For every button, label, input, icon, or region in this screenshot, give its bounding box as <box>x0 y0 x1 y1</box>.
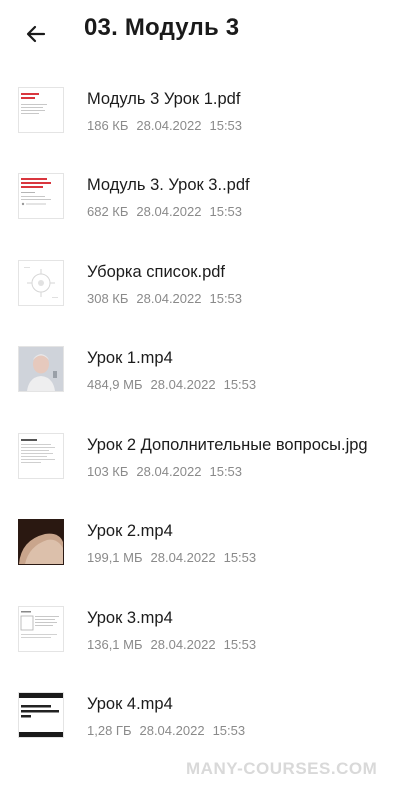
image-thumbnail <box>18 433 64 479</box>
file-size: 682 КБ <box>87 204 129 219</box>
arrow-left-icon <box>26 25 46 43</box>
file-date: 28.04.2022 <box>136 204 202 219</box>
file-meta: 136,1 МБ 28.04.2022 15:53 <box>87 637 256 652</box>
video-thumbnail <box>18 519 64 565</box>
page-title: 03. Модуль 3 <box>84 14 240 41</box>
file-row[interactable]: Модуль 3 Урок 1.pdf 186 КБ 28.04.2022 15:5… <box>0 80 411 150</box>
file-time: 15:53 <box>209 204 243 219</box>
file-name: Модуль 3 Урок 1.pdf <box>87 90 241 108</box>
video-thumbnail <box>18 692 64 738</box>
file-row[interactable]: Уборка список.pdf 308 КБ 28.04.2022 15:53 <box>0 253 411 323</box>
file-meta: 682 КБ 28.04.2022 15:53 <box>87 204 242 219</box>
watermark: MANY-COURSES.COM <box>186 750 396 786</box>
file-date: 28.04.2022 <box>150 637 216 652</box>
file-row[interactable]: Урок 4.mp4 1,28 ГБ 28.04.2022 15:53 <box>0 685 411 755</box>
file-date: 28.04.2022 <box>136 464 202 479</box>
file-date: 28.04.2022 <box>150 377 216 392</box>
file-time: 15:53 <box>223 637 257 652</box>
file-name: Урок 3.mp4 <box>87 609 173 627</box>
header-bar: 03. Модуль 3 <box>0 0 411 64</box>
file-name: Урок 1.mp4 <box>87 349 173 367</box>
file-time: 15:53 <box>209 464 243 479</box>
file-size: 1,28 ГБ <box>87 723 132 738</box>
file-time: 15:53 <box>223 550 257 565</box>
file-date: 28.04.2022 <box>136 118 202 133</box>
file-row[interactable]: Урок 3.mp4 136,1 МБ 28.04.2022 15:53 <box>0 599 411 669</box>
file-size: 199,1 МБ <box>87 550 143 565</box>
file-name: Урок 4.mp4 <box>87 695 173 713</box>
file-name: Модуль 3. Урок 3..pdf <box>87 176 250 194</box>
video-thumbnail <box>18 606 64 652</box>
file-row[interactable]: Урок 2 Дополнительные вопросы.jpg 103 КБ… <box>0 426 411 496</box>
file-time: 15:53 <box>209 291 243 306</box>
file-size: 308 КБ <box>87 291 129 306</box>
file-time: 15:53 <box>209 118 243 133</box>
watermark-text: MANY-COURSES.COM <box>186 759 378 778</box>
file-name: Урок 2 Дополнительные вопросы.jpg <box>87 436 368 454</box>
video-thumbnail <box>18 346 64 392</box>
file-date: 28.04.2022 <box>136 291 202 306</box>
file-name: Уборка список.pdf <box>87 263 226 281</box>
file-name: Урок 2.mp4 <box>87 522 173 540</box>
file-row[interactable]: Модуль 3. Урок 3..pdf 682 КБ 28.04.2022 15… <box>0 166 411 236</box>
file-meta: 308 КБ 28.04.2022 15:53 <box>87 291 242 306</box>
file-date: 28.04.2022 <box>139 723 205 738</box>
file-row[interactable]: Урок 2.mp4 199,1 МБ 28.04.2022 15:53 <box>0 512 411 582</box>
file-size: 136,1 МБ <box>87 637 143 652</box>
file-meta: 484,9 МБ 28.04.2022 15:53 <box>87 377 256 392</box>
file-size: 484,9 МБ <box>87 377 143 392</box>
file-meta: 186 КБ 28.04.2022 15:53 <box>87 118 242 133</box>
pdf-thumbnail <box>18 173 64 219</box>
file-time: 15:53 <box>212 723 246 738</box>
file-size: 103 КБ <box>87 464 129 479</box>
file-meta: 199,1 МБ 28.04.2022 15:53 <box>87 550 256 565</box>
file-row[interactable]: Урок 1.mp4 484,9 МБ 28.04.2022 15:53 <box>0 339 411 409</box>
file-time: 15:53 <box>223 377 257 392</box>
back-button[interactable] <box>20 18 52 50</box>
file-date: 28.04.2022 <box>150 550 216 565</box>
pdf-thumbnail <box>18 87 64 133</box>
file-meta: 103 КБ 28.04.2022 15:53 <box>87 464 242 479</box>
file-size: 186 КБ <box>87 118 129 133</box>
file-meta: 1,28 ГБ 28.04.2022 15:53 <box>87 723 245 738</box>
pdf-thumbnail <box>18 260 64 306</box>
